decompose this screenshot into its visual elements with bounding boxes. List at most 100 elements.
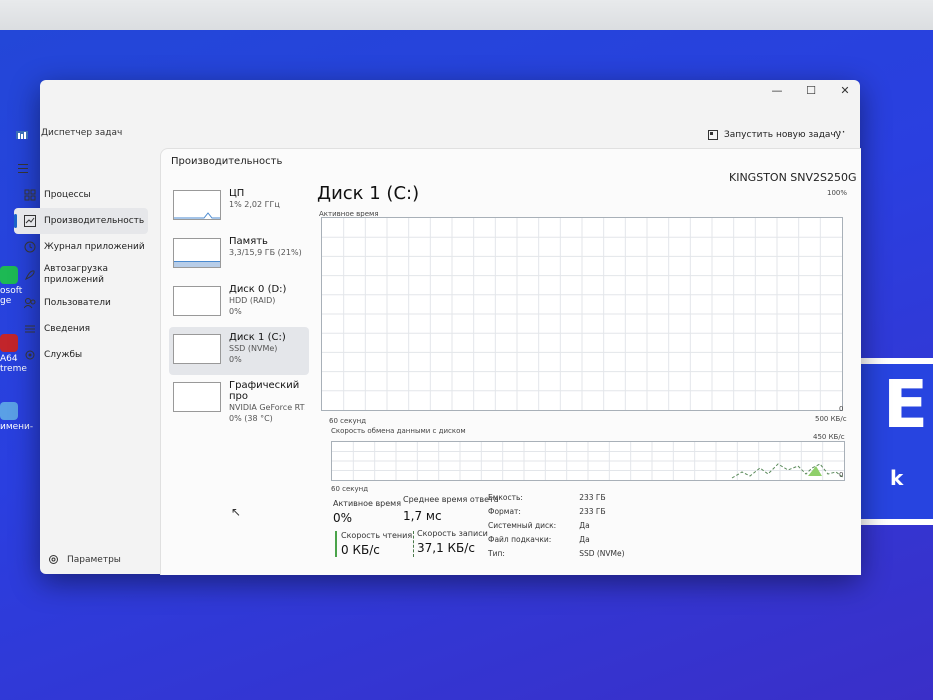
active-indicator <box>14 214 17 228</box>
device-usage: 0% <box>229 307 242 316</box>
device-name: Диск 1 (C:) <box>229 332 286 343</box>
stat-response-label: Среднее время ответа <box>403 495 499 504</box>
chart-active-time-duration: 60 секунд <box>329 417 367 425</box>
prop-row: Файл подкачки: Да <box>487 533 626 547</box>
window-title: Диспетчер задач <box>41 128 123 138</box>
run-new-task-label: Запустить новую задачу <box>724 130 842 140</box>
stat-active-time-value: 0% <box>333 511 353 525</box>
details-icon <box>24 323 36 335</box>
wallpaper-letter-k: k <box>890 466 904 490</box>
prop-row: Формат: 233 ГБ <box>487 505 626 519</box>
stat-response-value: 1,7 мс <box>403 509 442 523</box>
mouse-cursor-icon: ↖ <box>231 505 242 519</box>
desktop-icon-file[interactable]: имени- <box>0 402 34 432</box>
history-icon <box>24 241 36 253</box>
panel-title: Производительность <box>171 156 283 167</box>
processes-icon <box>24 189 36 201</box>
device-info: HDD (RAID) <box>229 296 276 305</box>
run-task-icon <box>708 130 718 140</box>
wallpaper-letter: E <box>883 366 929 443</box>
device-name: Диск 0 (D:) <box>229 284 287 295</box>
more-options-button[interactable]: ··· <box>834 125 845 139</box>
chart-active-time-grid <box>322 218 842 410</box>
startup-icon <box>24 269 36 281</box>
prop-key: Файл подкачки: <box>488 535 552 544</box>
device-name: ЦП <box>229 188 245 199</box>
chart-transfer-min: 0 <box>839 471 844 479</box>
chart-transfer-label: Скорость обмена данными с диском <box>331 427 466 435</box>
stat-write-label: Скорость записи <box>417 529 488 538</box>
stat-write-value: 37,1 КБ/с <box>417 541 475 555</box>
settings-button[interactable]: Параметры <box>48 554 121 565</box>
desktop-icon-label: имени- <box>0 422 34 432</box>
device-thumbnail <box>173 382 221 412</box>
device-disk0[interactable]: Диск 0 (D:) HDD (RAID) 0% <box>169 279 309 327</box>
device-gpu[interactable]: Графический про NVIDIA GeForce RTX 306 0… <box>169 375 309 423</box>
nav-item-startup[interactable]: Автозагрузка приложений <box>14 260 160 290</box>
device-usage: 0% <box>229 355 242 364</box>
device-name: Графический про <box>229 380 300 402</box>
prop-value: 233 ГБ <box>579 507 606 516</box>
nav-label: Автозагрузка приложений <box>44 264 109 285</box>
prop-row: Системный диск: Да <box>487 519 626 533</box>
disk-model: KINGSTON SNV2S250G <box>729 171 857 184</box>
stat-active-time-label: Активное время <box>333 499 402 508</box>
nav-label: Производительность <box>44 216 145 226</box>
close-button[interactable]: ✕ <box>830 82 860 100</box>
title-bar: — ☐ ✕ <box>40 80 860 120</box>
device-info: 1% 2,02 ГГц <box>229 200 280 209</box>
nav-item-performance[interactable]: Производительность <box>14 208 148 234</box>
write-color-indicator <box>413 531 415 557</box>
gear-icon <box>49 555 58 564</box>
nav-item-users[interactable]: Пользователи <box>14 290 160 316</box>
performance-icon <box>24 215 36 227</box>
nav-item-app-history[interactable]: Журнал приложений <box>14 234 160 260</box>
menu-icon[interactable] <box>18 164 28 173</box>
device-thumbnail <box>173 238 221 268</box>
chart-transfer-scale: 450 КБ/с <box>813 433 845 441</box>
nav-item-processes[interactable]: Процессы <box>14 182 160 208</box>
prop-row: Тип: SSD (NVMe) <box>487 547 626 561</box>
prop-value: Да <box>579 535 590 544</box>
device-list: ЦП 1% 2,02 ГГц Память 3,3/15,9 ГБ (21%) … <box>169 183 309 423</box>
maximize-button[interactable]: ☐ <box>796 82 826 100</box>
chart2-max-label: 500 КБ/с <box>815 415 847 423</box>
prop-key: Емкость: <box>488 493 523 502</box>
nav-label: Процессы <box>44 190 91 200</box>
disk-properties: Емкость: 233 ГБ Формат: 233 ГБ Системный д… <box>487 491 626 561</box>
prop-key: Системный диск: <box>488 521 557 530</box>
prop-value: SSD (NVMe) <box>579 549 625 558</box>
device-info: NVIDIA GeForce RTX 306 <box>229 403 305 412</box>
nav-label: Пользователи <box>44 298 111 308</box>
prop-row: Емкость: 233 ГБ <box>487 491 626 505</box>
prop-key: Формат: <box>488 507 521 516</box>
device-usage: 0% (38 °C) <box>229 414 273 423</box>
device-disk1[interactable]: Диск 1 (C:) SSD (NVMe) 0% <box>169 327 309 375</box>
users-icon <box>23 297 36 309</box>
device-thumbnail <box>173 286 221 316</box>
stat-read-value: 0 КБ/с <box>341 543 380 557</box>
chart-active-time-min: 0 <box>839 405 844 413</box>
minimize-button[interactable]: — <box>762 82 792 100</box>
nav-item-details[interactable]: Сведения <box>14 316 160 342</box>
chart-active-time-max: 100% <box>827 189 848 197</box>
file-icon <box>0 402 18 420</box>
device-info: 3,3/15,9 ГБ (21%) <box>229 248 302 257</box>
nav-sidebar: Процессы Производительность Журнал прило… <box>14 182 160 368</box>
device-thumbnail <box>173 190 221 220</box>
prop-value: 233 ГБ <box>579 493 606 502</box>
chart-transfer-grid <box>332 442 845 480</box>
settings-label: Параметры <box>67 554 121 565</box>
chart-transfer-rate <box>331 441 845 481</box>
run-new-task-button[interactable]: Запустить новую задачу <box>708 130 841 140</box>
nav-item-services[interactable]: Службы <box>14 342 160 368</box>
device-cpu[interactable]: ЦП 1% 2,02 ГГц <box>169 183 309 231</box>
performance-panel: Производительность ЦП 1% 2,02 ГГц Память… <box>160 148 861 575</box>
device-memory[interactable]: Память 3,3/15,9 ГБ (21%) <box>169 231 309 279</box>
chart-transfer-duration: 60 секунд <box>331 485 369 493</box>
read-color-indicator <box>335 531 337 557</box>
prop-key: Тип: <box>488 549 505 558</box>
chart-active-time <box>321 217 843 411</box>
device-name: Память <box>229 236 268 247</box>
nav-label: Журнал приложений <box>44 242 145 252</box>
